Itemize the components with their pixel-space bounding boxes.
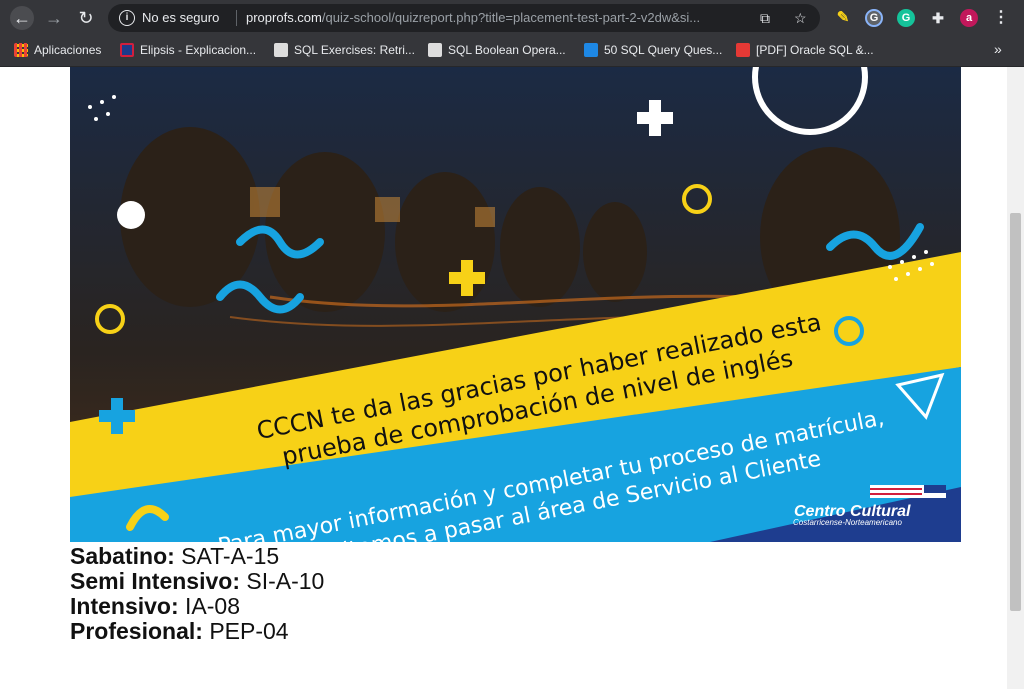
bookmark-label: Elipsis - Explicacion... bbox=[140, 43, 257, 57]
back-arrow-icon[interactable]: ← bbox=[10, 6, 34, 30]
bookmark-sql-exercises[interactable]: SQL Exercises: Retri... bbox=[274, 43, 415, 57]
result-row: Profesional: PEP-04 bbox=[70, 619, 324, 644]
result-code: IA-08 bbox=[185, 593, 240, 619]
bookmark-label: 50 SQL Query Ques... bbox=[604, 43, 723, 57]
highlighter-extension-icon[interactable]: ✎ bbox=[834, 9, 852, 27]
result-code: SI-A-10 bbox=[246, 568, 325, 594]
address-bar[interactable]: i No es seguro proprofs.com/quiz-school/… bbox=[108, 4, 820, 32]
bookmark-50-sql[interactable]: 50 SQL Query Ques... bbox=[584, 43, 722, 57]
result-row: Sabatino: SAT-A-15 bbox=[70, 544, 324, 569]
scrollbar-thumb[interactable] bbox=[1010, 213, 1021, 611]
bookmark-label: Aplicaciones bbox=[34, 43, 102, 57]
kebab-menu-icon[interactable]: ⋮ bbox=[992, 9, 1010, 27]
star-icon[interactable]: ☆ bbox=[794, 10, 807, 27]
tb-icon bbox=[584, 43, 598, 57]
bookmark-elipsis[interactable]: Elipsis - Explicacion... bbox=[120, 43, 256, 57]
info-icon[interactable]: i bbox=[119, 10, 135, 26]
grammarly-green-extension-icon[interactable]: G bbox=[897, 9, 915, 27]
result-code: SAT-A-15 bbox=[181, 543, 280, 569]
profile-avatar[interactable]: a bbox=[960, 9, 978, 27]
translate-icon[interactable]: ⧉ bbox=[760, 10, 770, 27]
url-text[interactable]: proprofs.com/quiz-school/quizreport.php?… bbox=[246, 10, 756, 25]
browser-toolbar: ← → ↻ i No es seguro proprofs.com/quiz-s… bbox=[0, 0, 1024, 36]
bookmark-label: SQL Exercises: Retri... bbox=[294, 43, 415, 57]
grammarly-extension-icon[interactable]: G bbox=[865, 9, 883, 27]
more-bookmarks-icon[interactable]: » bbox=[994, 41, 1002, 57]
logo-subtitle: Costarricense-Norteamericano bbox=[793, 518, 902, 527]
url-host: proprofs.com bbox=[246, 10, 322, 25]
result-row: Intensivo: IA-08 bbox=[70, 594, 324, 619]
url-path: /quiz-school/quizreport.php?title=placem… bbox=[321, 10, 701, 25]
apps-grid-icon bbox=[14, 43, 28, 57]
result-code: PEP-04 bbox=[209, 618, 289, 644]
w3r-icon bbox=[428, 43, 442, 57]
result-label: Sabatino: bbox=[70, 543, 175, 569]
security-label[interactable]: No es seguro bbox=[142, 10, 219, 25]
divider bbox=[236, 10, 237, 26]
forward-arrow-icon[interactable]: → bbox=[42, 6, 66, 30]
result-label: Semi Intensivo: bbox=[70, 568, 240, 594]
bookmark-label: SQL Boolean Opera... bbox=[448, 43, 566, 57]
bookmark-label: [PDF] Oracle SQL &... bbox=[756, 43, 874, 57]
uk-flag-icon bbox=[120, 43, 134, 57]
extensions-puzzle-icon[interactable]: ✚ bbox=[929, 9, 947, 27]
bookmark-oracle-pdf[interactable]: [PDF] Oracle SQL &... bbox=[736, 43, 874, 57]
result-label: Profesional: bbox=[70, 618, 203, 644]
pdf-icon bbox=[736, 43, 750, 57]
thank-you-banner: CCCN te da las gracias por haber realiza… bbox=[70, 67, 961, 542]
placement-results: Sabatino: SAT-A-15 Semi Intensivo: SI-A-… bbox=[70, 544, 324, 644]
result-label: Intensivo: bbox=[70, 593, 179, 619]
bookmark-sql-boolean[interactable]: SQL Boolean Opera... bbox=[428, 43, 566, 57]
bookmark-apps[interactable]: Aplicaciones bbox=[14, 43, 101, 57]
reload-icon[interactable]: ↻ bbox=[74, 6, 98, 30]
bookmarks-bar: Aplicaciones Elipsis - Explicacion... SQ… bbox=[0, 36, 1024, 67]
result-row: Semi Intensivo: SI-A-10 bbox=[70, 569, 324, 594]
w3r-icon bbox=[274, 43, 288, 57]
